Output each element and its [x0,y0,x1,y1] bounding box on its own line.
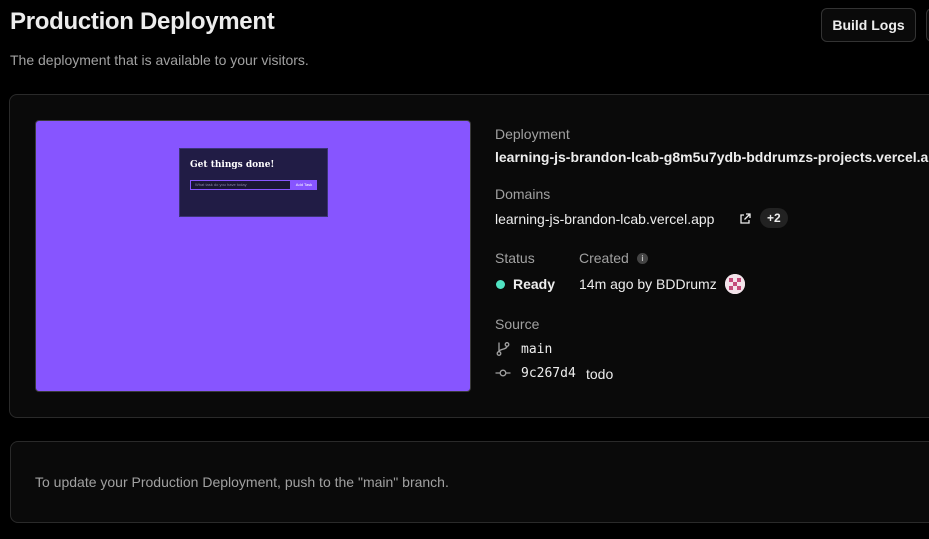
info-icon[interactable]: i [637,253,648,264]
preview-task-input: What task do you have today [190,180,291,190]
external-link-icon[interactable] [738,212,752,226]
deployment-preview[interactable]: Get things done! What task do you have t… [35,120,471,392]
deployment-url-link[interactable]: learning-js-brandon-lcab-g8m5u7ydb-bddru… [495,149,929,165]
git-branch-icon [496,342,510,356]
avatar[interactable] [725,274,745,294]
more-domains-badge[interactable]: +2 [760,208,788,228]
preview-app-card: Get things done! What task do you have t… [179,148,328,217]
branch-name[interactable]: main [521,342,552,357]
source-label: Source [495,316,540,332]
git-commit-icon [495,369,511,377]
deployment-label: Deployment [495,126,570,142]
page-title: Production Deployment [10,8,275,35]
production-deployment-card: Get things done! What task do you have t… [9,94,929,418]
status-ready-dot [496,280,505,289]
build-logs-button[interactable]: Build Logs [821,8,916,42]
preview-add-task-button: Add Task [291,180,317,190]
domain-link[interactable]: learning-js-brandon-lcab.vercel.app [495,211,714,227]
update-info-message: To update your Production Deployment, pu… [35,474,449,490]
status-value: Ready [513,276,556,292]
created-value: 14m ago by BDDrumz [579,276,717,292]
update-info-card: To update your Production Deployment, pu… [10,441,929,523]
page-subtitle: The deployment that is available to your… [10,52,309,68]
preview-app-title: Get things done! [190,160,275,170]
commit-hash[interactable]: 9c267d4 [521,366,576,381]
commit-message: todo [586,366,614,382]
created-label: Created [579,250,629,266]
status-label: Status [495,250,535,266]
domains-label: Domains [495,186,551,202]
